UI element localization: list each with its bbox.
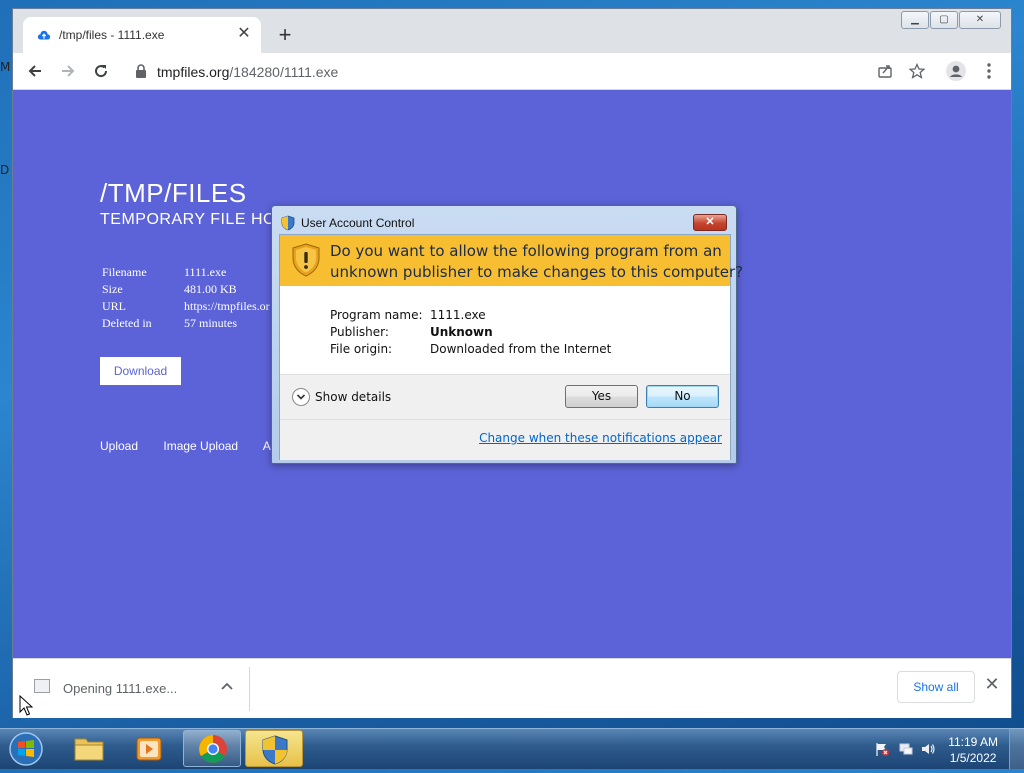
- site-title: /TMP/FILES: [100, 178, 247, 208]
- profile-icon: [946, 61, 966, 81]
- info-key: Deleted in: [102, 316, 152, 330]
- close-download-bar-icon[interactable]: ✕: [983, 675, 1001, 693]
- maximize-button[interactable]: ▢: [930, 11, 958, 29]
- taskbar-explorer[interactable]: [60, 730, 118, 767]
- dialog-body: Do you want to allow the following progr…: [279, 234, 743, 460]
- clock[interactable]: 11:19 AM 1/5/2022: [948, 734, 998, 766]
- bookmark-button[interactable]: [905, 59, 929, 83]
- address-bar[interactable]: tmpfiles.org/184280/1111.exe: [123, 57, 939, 85]
- folder-icon: [74, 738, 104, 761]
- no-button[interactable]: No: [646, 385, 719, 408]
- lock-icon: [136, 64, 146, 78]
- expand-details-button[interactable]: [292, 388, 310, 406]
- show-all-button[interactable]: Show all: [897, 671, 975, 703]
- chrome-icon: [199, 735, 227, 763]
- detail-key: Program name:: [330, 308, 423, 322]
- uac-shield-icon: [281, 215, 295, 231]
- info-key: Filename: [102, 265, 147, 279]
- uac-dialog: User Account Control ✕ Do you want to al…: [271, 205, 743, 464]
- info-value: 481.00 KB: [184, 282, 237, 296]
- browser-toolbar: tmpfiles.org/184280/1111.exe: [13, 53, 1011, 90]
- tab-title: /tmp/files - 1111.exe: [59, 28, 165, 42]
- dialog-close-button[interactable]: ✕: [693, 214, 727, 231]
- window-close-button[interactable]: ✕: [959, 11, 1001, 29]
- dialog-footer: Change when these notifications appear: [280, 419, 730, 460]
- reload-button[interactable]: [89, 59, 113, 83]
- mouse-cursor-icon: [19, 695, 33, 716]
- desktop-icon-label: M: [0, 60, 11, 74]
- system-tray: 11:19 AM 1/5/2022: [854, 729, 1024, 769]
- cloud-upload-icon: [37, 30, 51, 40]
- detail-key: File origin:: [330, 342, 393, 356]
- browser-tab[interactable]: /tmp/files - 1111.exe ✕: [23, 17, 261, 53]
- site-nav-links: Upload Image Upload A: [100, 439, 293, 453]
- publisher-value: Unknown: [430, 325, 493, 339]
- kebab-menu-icon: [987, 63, 991, 79]
- site-subtitle: TEMPORARY FILE HOS: [100, 211, 288, 228]
- media-player-icon: [136, 737, 162, 761]
- forward-button[interactable]: [56, 59, 80, 83]
- start-button[interactable]: [4, 730, 48, 768]
- download-item-label[interactable]: Opening 1111.exe...: [63, 681, 177, 696]
- upload-link[interactable]: Upload: [100, 439, 138, 453]
- download-shelf: Opening 1111.exe... Show all ✕: [13, 658, 1011, 718]
- taskbar-uac[interactable]: [245, 730, 303, 767]
- windows-orb-icon: [9, 732, 43, 766]
- network-icon[interactable]: [898, 741, 914, 757]
- uac-question-line: unknown publisher to make changes to thi…: [330, 263, 744, 281]
- chevron-up-icon[interactable]: [219, 679, 235, 695]
- star-icon: [908, 62, 926, 79]
- desktop-icon-label: D: [0, 163, 10, 177]
- arrow-left-icon: [28, 65, 41, 77]
- show-details-label[interactable]: Show details: [315, 390, 391, 404]
- clock-time: 11:19 AM: [948, 735, 998, 749]
- image-upload-link[interactable]: Image Upload: [163, 439, 238, 453]
- taskbar: 11:19 AM 1/5/2022: [0, 728, 1024, 769]
- uac-shield-icon: [262, 735, 288, 765]
- yes-button[interactable]: Yes: [565, 385, 638, 408]
- info-value: 57 minutes: [184, 316, 237, 330]
- url-host: tmpfiles.org: [157, 64, 230, 80]
- download-button[interactable]: Download: [100, 357, 181, 385]
- dialog-actions: Show details Yes No: [280, 374, 730, 419]
- volume-icon[interactable]: [920, 741, 936, 757]
- browser-menu-button[interactable]: [977, 59, 1001, 83]
- dialog-title: User Account Control: [301, 216, 415, 230]
- warning-shield-icon: [292, 243, 320, 277]
- info-value[interactable]: https://tmpfiles.or: [184, 299, 270, 314]
- info-key: URL: [102, 299, 126, 313]
- info-key: Size: [102, 282, 123, 296]
- minimize-button[interactable]: ▁: [901, 11, 929, 29]
- info-value: 1111.exe: [184, 265, 227, 279]
- share-button[interactable]: [873, 59, 897, 83]
- file-origin-value: Downloaded from the Internet: [430, 342, 612, 356]
- new-tab-button[interactable]: +: [273, 24, 297, 49]
- share-icon: [878, 65, 892, 78]
- url-text: tmpfiles.org/184280/1111.exe: [157, 64, 338, 80]
- taskbar-media-player[interactable]: [121, 730, 179, 767]
- detail-key: Publisher:: [330, 325, 389, 339]
- arrow-right-icon: [62, 65, 75, 77]
- profile-button[interactable]: [944, 59, 968, 83]
- show-desktop-button[interactable]: [1009, 729, 1024, 769]
- clock-date: 1/5/2022: [949, 751, 997, 765]
- window-controls: ▁ ▢ ✕: [900, 11, 1001, 29]
- reload-icon: [95, 65, 108, 78]
- program-name-value: 1111.exe: [430, 308, 486, 322]
- divider: [249, 667, 250, 711]
- action-center-flag-icon[interactable]: [874, 741, 890, 757]
- file-icon: [34, 679, 50, 693]
- close-tab-icon[interactable]: ✕: [235, 25, 253, 43]
- chevron-down-icon: [296, 394, 306, 400]
- warning-banner: Do you want to allow the following progr…: [280, 235, 743, 286]
- taskbar-chrome[interactable]: [183, 730, 241, 767]
- url-path: /184280/1111.exe: [229, 64, 339, 80]
- tab-strip: /tmp/files - 1111.exe ✕ +: [13, 9, 1011, 53]
- nav-link[interactable]: A: [263, 439, 271, 453]
- change-notifications-link[interactable]: Change when these notifications appear: [479, 431, 722, 445]
- back-button[interactable]: [23, 59, 47, 83]
- uac-question-line: Do you want to allow the following progr…: [330, 242, 722, 260]
